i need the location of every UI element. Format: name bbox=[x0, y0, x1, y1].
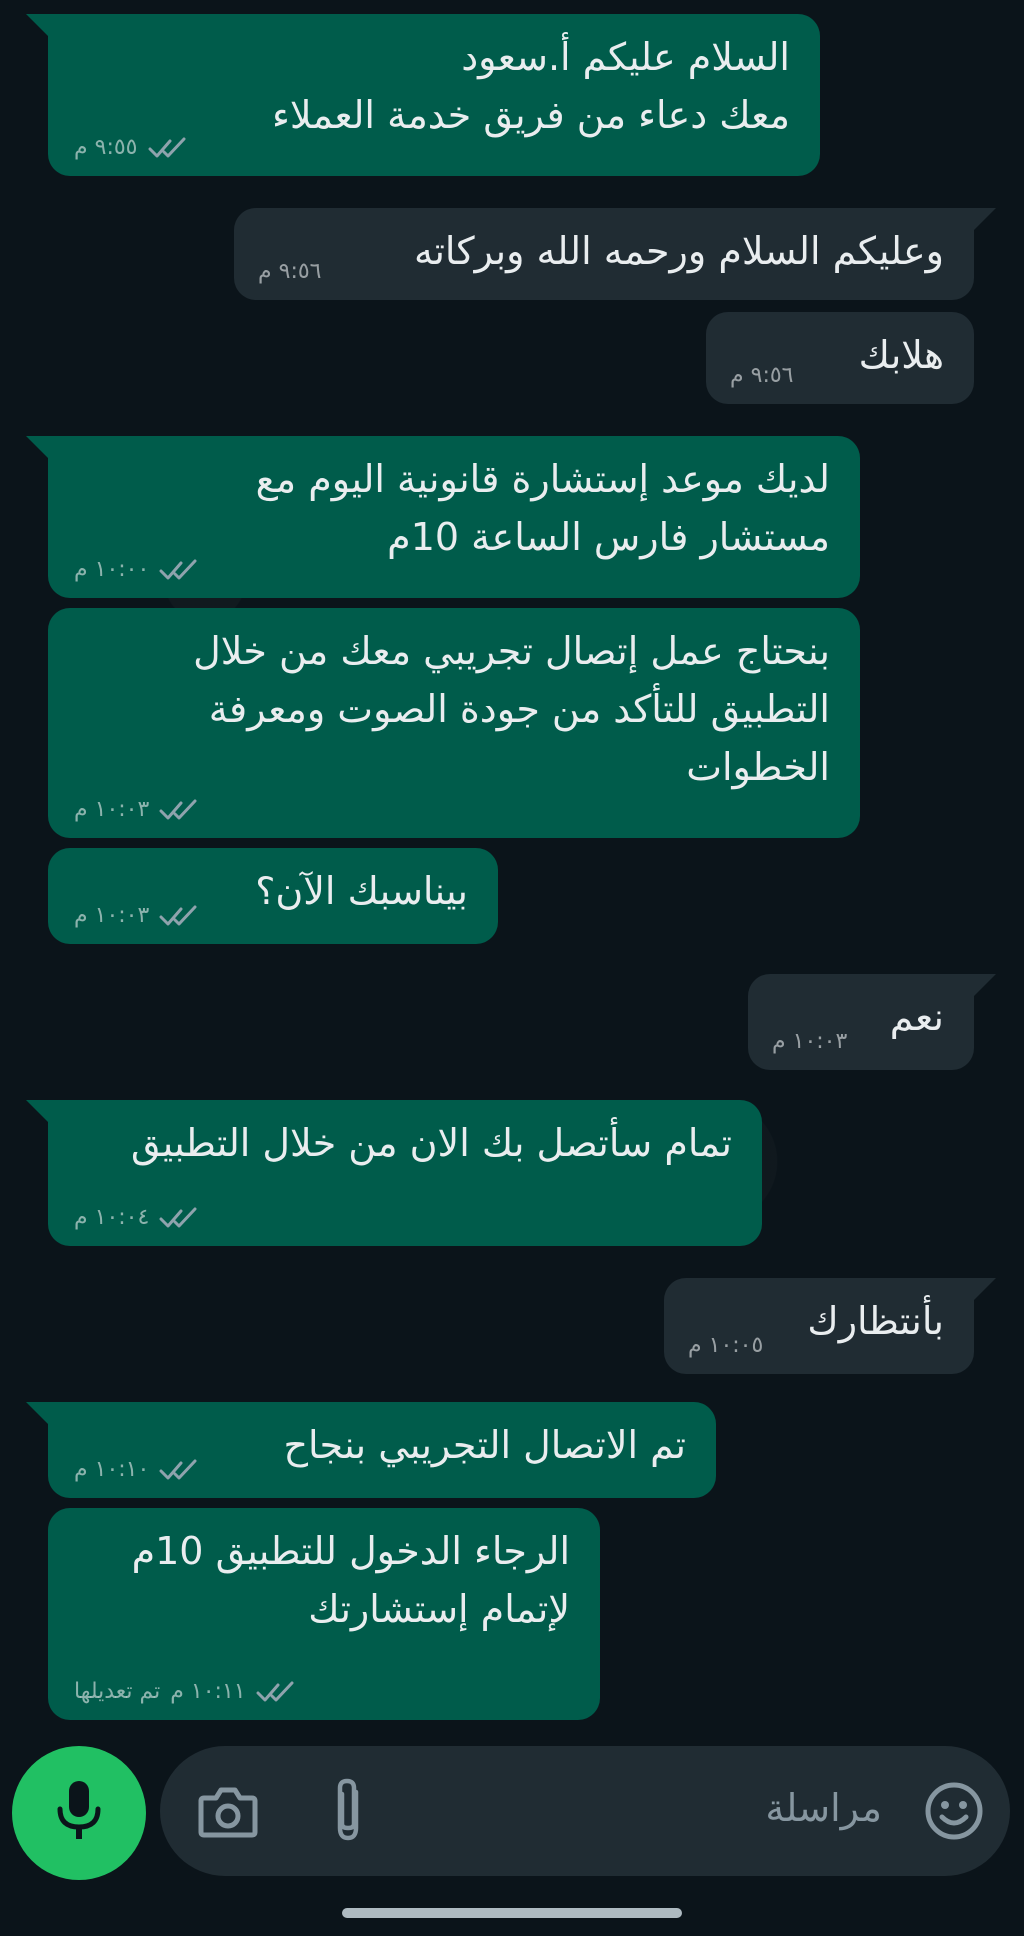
emoji-icon[interactable] bbox=[924, 1781, 984, 1845]
message-incoming[interactable]: بأنتظارك ١٠:٠٥ م bbox=[664, 1278, 996, 1374]
read-receipt-icon bbox=[148, 136, 188, 160]
message-text: التطبيق للتأكد من جودة الصوت ومعرفة bbox=[208, 687, 830, 731]
read-receipt-icon bbox=[159, 1458, 199, 1482]
message-text: الخطوات bbox=[686, 745, 830, 789]
message-outgoing[interactable]: بيناسبك الآن؟ ١٠:٠٣ م bbox=[48, 848, 498, 944]
message-incoming[interactable]: هلابك ٩:٥٦ م bbox=[706, 312, 974, 404]
message-time: ٩:٥٦ م bbox=[258, 259, 322, 284]
chat-screen: السلام عليكم أ.سعود معك دعاء من فريق خدم… bbox=[0, 0, 1024, 1936]
message-outgoing[interactable]: تم الاتصال التجريبي بنجاح ١٠:١٠ م bbox=[26, 1402, 716, 1498]
message-time: ١٠:٠٠ م bbox=[74, 557, 150, 582]
message-text: تمام سأتصل بك الان من خلال التطبيق bbox=[130, 1121, 732, 1165]
message-outgoing[interactable]: لديك موعد إستشارة قانونية اليوم مع مستشا… bbox=[26, 436, 860, 598]
message-outgoing[interactable]: السلام عليكم أ.سعود معك دعاء من فريق خدم… bbox=[26, 14, 820, 176]
message-text: لإتمام إستشارتك bbox=[308, 1587, 570, 1631]
mic-button[interactable] bbox=[12, 1746, 146, 1880]
message-time: ١٠:٠٥ م bbox=[688, 1333, 764, 1358]
message-time: ٩:٥٥ م bbox=[74, 135, 138, 160]
message-text: الرجاء الدخول للتطبيق 10م bbox=[131, 1529, 570, 1573]
message-meta: ٩:٥٦ م bbox=[730, 364, 794, 388]
message-meta: ٩:٥٦ م bbox=[258, 260, 322, 284]
message-meta: ١٠:١٠ م bbox=[74, 1458, 199, 1482]
message-time: ١٠:٠٣ م bbox=[74, 797, 150, 822]
message-time: ١٠:١٠ م bbox=[74, 1457, 150, 1482]
message-incoming[interactable]: نعم ١٠:٠٣ م bbox=[748, 974, 996, 1070]
message-meta: ١٠:٠٣ م bbox=[74, 904, 199, 928]
message-meta: ١٠:٠٠ م bbox=[74, 558, 199, 582]
message-text: وعليكم السلام ورحمه الله وبركاته bbox=[413, 229, 944, 273]
message-input-placeholder[interactable]: مراسلة bbox=[765, 1786, 882, 1830]
read-receipt-icon bbox=[159, 798, 199, 822]
message-time: ١٠:٠٣ م bbox=[74, 903, 150, 928]
read-receipt-icon bbox=[159, 558, 199, 582]
home-indicator[interactable] bbox=[342, 1908, 682, 1918]
message-time: ٩:٥٦ م bbox=[730, 363, 794, 388]
message-meta: ١٠:٠٣ م bbox=[74, 798, 199, 822]
read-receipt-icon bbox=[159, 1206, 199, 1230]
message-outgoing[interactable]: تمام سأتصل بك الان من خلال التطبيق ١٠:٠٤… bbox=[26, 1100, 762, 1246]
message-meta: تم تعديلها ١٠:١١ م bbox=[74, 1680, 296, 1704]
attach-icon[interactable] bbox=[330, 1776, 366, 1848]
message-incoming[interactable]: وعليكم السلام ورحمه الله وبركاته ٩:٥٦ م bbox=[234, 208, 996, 300]
message-time: ١٠:١١ م bbox=[170, 1679, 246, 1704]
message-time: ١٠:٠٣ م bbox=[772, 1029, 848, 1054]
message-meta: ١٠:٠٥ م bbox=[688, 1334, 763, 1358]
message-text: لديك موعد إستشارة قانونية اليوم مع bbox=[255, 457, 830, 501]
read-receipt-icon bbox=[159, 904, 199, 928]
message-outgoing[interactable]: الرجاء الدخول للتطبيق 10م لإتمام إستشارت… bbox=[48, 1508, 600, 1720]
mic-icon bbox=[52, 1779, 106, 1847]
message-text: السلام عليكم أ.سعود bbox=[461, 35, 790, 79]
message-meta: ٩:٥٥ م bbox=[74, 136, 188, 160]
message-meta: ١٠:٠٤ م bbox=[74, 1206, 199, 1230]
message-outgoing[interactable]: بنحتاج عمل إتصال تجريبي معك من خلال التط… bbox=[48, 608, 860, 838]
message-composer[interactable]: مراسلة bbox=[160, 1746, 1010, 1876]
camera-icon[interactable] bbox=[198, 1784, 258, 1842]
edited-label: تم تعديلها bbox=[74, 1679, 161, 1704]
message-text: بنحتاج عمل إتصال تجريبي معك من خلال bbox=[193, 629, 830, 673]
message-meta: ١٠:٠٣ م bbox=[772, 1030, 847, 1054]
message-time: ١٠:٠٤ م bbox=[74, 1205, 150, 1230]
read-receipt-icon bbox=[256, 1680, 296, 1704]
